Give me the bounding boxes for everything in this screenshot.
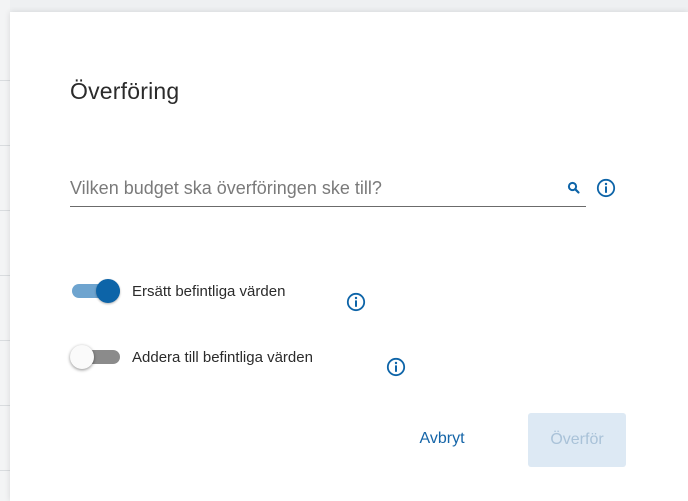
budget-search-field [70, 172, 586, 207]
option-replace-row: Ersätt befintliga värden [70, 278, 285, 304]
replace-values-label: Ersätt befintliga värden [132, 282, 286, 300]
replace-info-icon[interactable] [346, 292, 366, 312]
option-add-row: Addera till befintliga värden [70, 344, 313, 370]
add-info-icon[interactable] [386, 357, 406, 377]
replace-values-toggle[interactable] [70, 278, 122, 304]
transfer-button[interactable]: Överför [528, 413, 626, 467]
backdrop [0, 0, 10, 501]
transfer-dialog: Överföring Ersätt befintliga värden Adde… [10, 12, 688, 501]
search-icon[interactable] [566, 180, 582, 196]
add-values-label: Addera till befintliga värden [132, 348, 313, 366]
add-values-toggle[interactable] [70, 344, 122, 370]
search-info-icon[interactable] [596, 178, 616, 198]
budget-search-input[interactable] [70, 174, 550, 202]
cancel-button[interactable]: Avbryt [398, 415, 486, 463]
dialog-title: Överföring [70, 78, 180, 104]
